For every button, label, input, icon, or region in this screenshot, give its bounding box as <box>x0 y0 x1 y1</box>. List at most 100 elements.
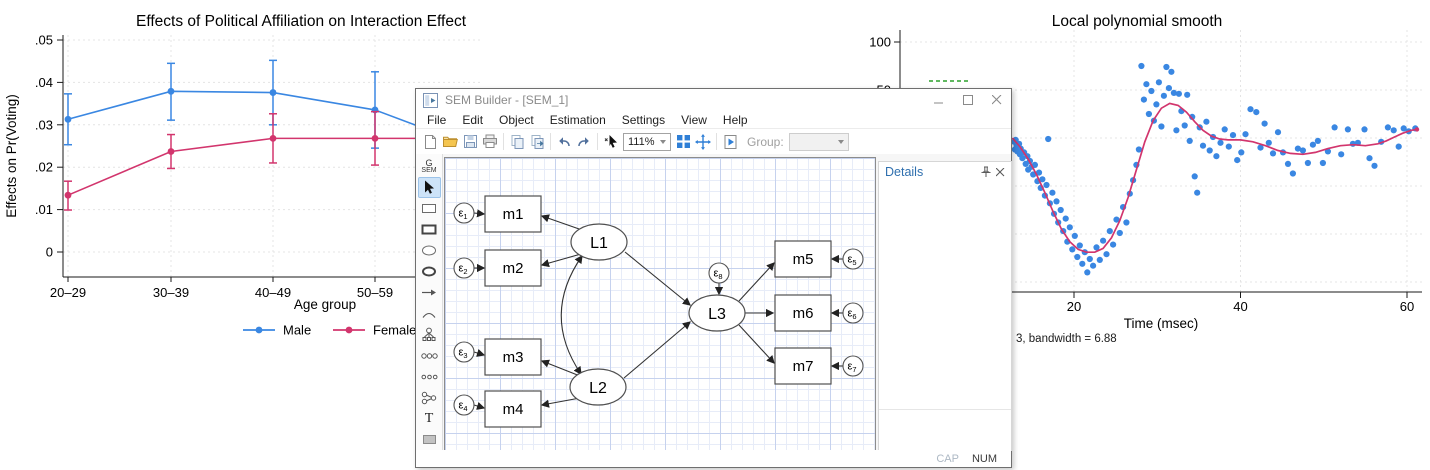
zoom-combobox[interactable]: 111% <box>623 133 671 151</box>
group-label: Group: <box>747 135 784 149</box>
svg-text:m1: m1 <box>503 206 524 223</box>
svg-text:m3: m3 <box>503 349 524 366</box>
window-titlebar[interactable]: SEM Builder - [SEM_1] <box>416 89 1011 111</box>
tool-regression-component-icon[interactable] <box>419 388 440 407</box>
error-node-e4[interactable]: ε4 <box>454 395 474 415</box>
minimize-button[interactable] <box>924 89 953 111</box>
observed-node-m2[interactable]: m2 <box>485 250 541 286</box>
tool-palette: GSEM T <box>416 154 443 450</box>
copy-icon[interactable] <box>507 132 527 152</box>
print-icon[interactable] <box>480 132 500 152</box>
menu-bar: FileEditObjectEstimationSettingsViewHelp <box>416 111 1011 128</box>
path-arrow <box>739 263 774 301</box>
run-report-icon[interactable] <box>720 132 740 152</box>
details-body <box>879 184 1011 410</box>
x-axis-label: Age group <box>294 297 356 312</box>
error-node-e8[interactable]: ε8 <box>709 263 729 283</box>
path-arrow <box>624 322 690 378</box>
observed-node-m7[interactable]: m7 <box>775 348 831 384</box>
redo-icon[interactable] <box>574 132 594 152</box>
error-node-e3[interactable]: ε3 <box>454 342 474 362</box>
path-arrow <box>542 254 581 265</box>
chevron-down-icon <box>660 140 666 144</box>
observed-node-m1[interactable]: m1 <box>485 196 541 232</box>
error-node-e7[interactable]: ε7 <box>843 356 863 376</box>
x-tick-label: 60 <box>1400 299 1414 314</box>
details-title: Details <box>885 165 979 179</box>
observed-node-m5[interactable]: m5 <box>775 241 831 277</box>
path-arrow <box>542 398 580 405</box>
toolbar-separator <box>716 133 717 150</box>
error-node-e5[interactable]: ε5 <box>843 249 863 269</box>
toolbar-separator <box>503 133 504 150</box>
caps-lock-indicator: CAP <box>936 453 959 465</box>
menu-item-settings[interactable]: Settings <box>614 112 673 128</box>
pin-icon[interactable] <box>979 165 993 179</box>
menu-item-view[interactable]: View <box>673 112 715 128</box>
sem-builder-window[interactable]: SEM Builder - [SEM_1] FileEditObjectEsti… <box>415 88 1012 468</box>
latent-node-L3[interactable]: L3 <box>689 295 745 331</box>
error-node-e6[interactable]: ε6 <box>843 303 863 323</box>
zoom-value: 111% <box>628 136 655 148</box>
menu-item-object[interactable]: Object <box>491 112 542 128</box>
y-axis-label: Effects on Pr(Voting) <box>4 94 19 218</box>
svg-text:L1: L1 <box>590 235 608 252</box>
undo-icon[interactable] <box>554 132 574 152</box>
diagram-canvas[interactable]: m1 m2 m3 m4 m5 m6 m7 L1 L2 L3 ε1 ε2 ε3 ε4 ε5 ε6 ε7 ε8 <box>444 157 876 453</box>
tool-multilevel-latent-icon[interactable] <box>419 262 440 281</box>
x-tick-label: 20 <box>1067 299 1081 314</box>
tool-generalized-response-icon[interactable] <box>419 220 440 239</box>
menu-item-file[interactable]: File <box>419 112 454 128</box>
app-icon <box>423 93 438 108</box>
tool-observed-variable-icon[interactable] <box>419 199 440 218</box>
tool-covariance-icon[interactable] <box>419 304 440 323</box>
tool-text-icon[interactable]: T <box>419 409 440 428</box>
path-arrow <box>474 405 484 408</box>
x-tick-label: 20–29 <box>50 285 86 300</box>
path-arrow <box>474 213 484 214</box>
tool-gsem-mode-icon[interactable]: GSEM <box>419 157 440 176</box>
toolbar-separator <box>597 133 598 150</box>
tool-select-icon[interactable] <box>419 178 440 197</box>
legend-label: Male <box>283 323 311 338</box>
pointer-icon[interactable] <box>601 132 621 152</box>
observed-node-m4[interactable]: m4 <box>485 391 541 427</box>
path-arrow <box>739 325 774 363</box>
new-document-icon[interactable] <box>420 132 440 152</box>
y-tick-label: .01 <box>35 202 53 217</box>
latent-node-L2[interactable]: L2 <box>570 369 626 405</box>
latent-node-L1[interactable]: L1 <box>571 224 627 260</box>
close-button[interactable] <box>982 89 1011 111</box>
tool-latent-set-icon[interactable] <box>419 367 440 386</box>
error-node-e1[interactable]: ε1 <box>454 203 474 223</box>
tool-area-icon[interactable] <box>419 430 440 449</box>
save-icon[interactable] <box>460 132 480 152</box>
maximize-button[interactable] <box>953 89 982 111</box>
y-tick-label: 0 <box>46 245 53 260</box>
screenshot-root: .05.04.03.02.01020–2930–3940–4950–59Effe… <box>0 0 1430 470</box>
legend-label: Female <box>373 323 416 338</box>
error-node-e2[interactable]: ε2 <box>454 258 474 278</box>
sem-diagram: m1 m2 m3 m4 m5 m6 m7 L1 L2 L3 ε1 ε2 ε3 ε4 ε5 ε6 ε7 ε8 <box>445 158 875 452</box>
observed-node-m6[interactable]: m6 <box>775 295 831 331</box>
details-close-icon[interactable] <box>993 165 1007 179</box>
menu-item-estimation[interactable]: Estimation <box>542 112 614 128</box>
tool-observed-set-icon[interactable] <box>419 346 440 365</box>
pan-icon[interactable] <box>693 132 713 152</box>
y-tick-label: .02 <box>35 160 53 175</box>
paste-icon[interactable] <box>527 132 547 152</box>
path-arrow <box>474 352 484 355</box>
window-body: GSEM T m1 m2 m3 m4 m5 m6 m7 L1 L2 L3 ε1 ε2 ε3 ε4 ε5 ε6 ε7… <box>416 154 1011 450</box>
observed-node-m3[interactable]: m3 <box>485 339 541 375</box>
tool-latent-variable-icon[interactable] <box>419 241 440 260</box>
tool-path-icon[interactable] <box>419 283 440 302</box>
menu-item-edit[interactable]: Edit <box>454 112 491 128</box>
open-folder-icon[interactable] <box>440 132 460 152</box>
chevron-down-icon <box>838 140 844 144</box>
fit-page-icon[interactable] <box>673 132 693 152</box>
smooth-line <box>1012 103 1417 252</box>
group-combobox[interactable] <box>789 133 849 151</box>
covariance-arc <box>561 256 582 374</box>
menu-item-help[interactable]: Help <box>715 112 756 128</box>
tool-measurement-component-icon[interactable] <box>419 325 440 344</box>
